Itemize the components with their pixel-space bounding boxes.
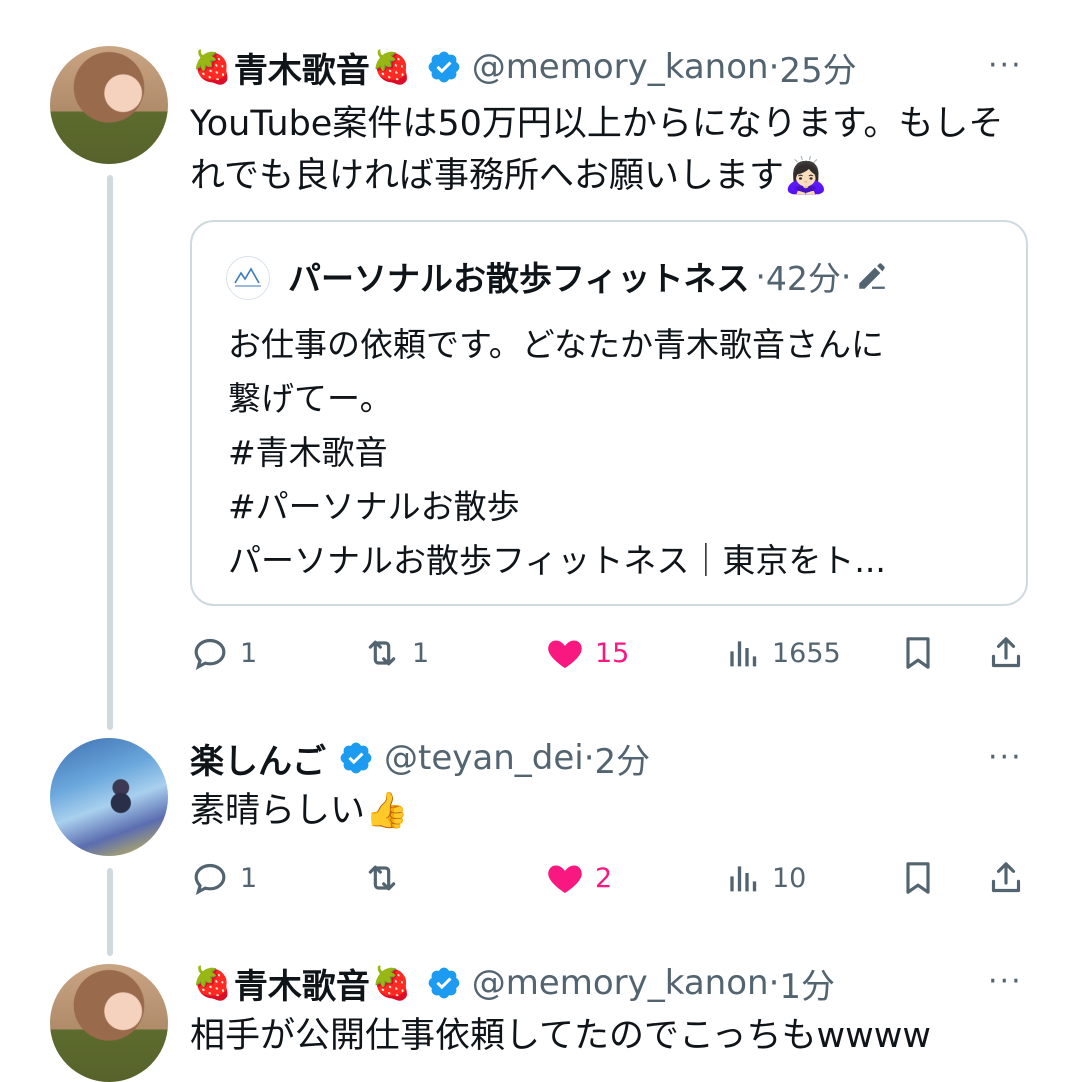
strawberry-emoji: 🍓 xyxy=(371,48,412,86)
tweet-text: 相手が公開仕事依頼してたのでこっちもwwww xyxy=(190,1016,932,1056)
share-button[interactable] xyxy=(986,628,1026,678)
timestamp[interactable]: 1分 xyxy=(779,959,835,1008)
tweet-text: 素晴らしい👍 xyxy=(190,791,409,831)
user-handle[interactable]: @memory_kanon xyxy=(472,963,769,1003)
like-count: 15 xyxy=(595,637,630,669)
quoted-timestamp: 42分 xyxy=(765,259,841,298)
bookmark-icon xyxy=(906,862,930,894)
more-options-icon[interactable]: ··· xyxy=(988,964,1023,999)
quoted-tweet[interactable]: パーソナルお散歩フィットネス · 42分 · お仕事の依頼です。どなたか青木歌音… xyxy=(190,220,1028,606)
avatar[interactable] xyxy=(50,738,168,856)
separator-dot: · xyxy=(768,963,780,1003)
logo-icon xyxy=(234,267,261,287)
verified-badge-icon xyxy=(428,51,460,83)
share-icon xyxy=(991,862,1021,893)
separator-dot: · xyxy=(840,256,852,296)
reply-icon xyxy=(194,638,226,670)
separator-dot: · xyxy=(755,256,766,296)
views-icon xyxy=(730,641,757,667)
quoted-text: お仕事の依頼です。どなたか青木歌音さんに 繋げてー。 #青木歌音 #パーソナルお… xyxy=(228,325,886,580)
views-count: 10 xyxy=(772,862,807,894)
heart-icon xyxy=(548,865,582,893)
retweet-icon xyxy=(368,640,396,666)
user-handle[interactable]: @teyan_dei xyxy=(384,738,584,778)
bookmark-button[interactable] xyxy=(898,853,938,903)
display-name[interactable]: 青木歌音 xyxy=(234,43,370,92)
edit-pencil-icon xyxy=(859,263,886,289)
tweet-text: YouTube案件は50万円以上からになります。もしそれでも良ければ事務所へお願… xyxy=(190,104,1004,196)
thread-line xyxy=(107,868,113,956)
quoted-avatar xyxy=(226,256,270,300)
retweet-button[interactable] xyxy=(362,853,412,903)
quoted-header: パーソナルお散歩フィットネス · 42分 · xyxy=(288,252,889,300)
more-options-icon[interactable]: ··· xyxy=(988,48,1023,83)
tweet-header: 🍓 青木歌音 🍓 @memory_kanon · 1分 xyxy=(190,953,835,1013)
display-name[interactable]: 青木歌音 xyxy=(234,959,370,1008)
retweet-icon xyxy=(368,865,396,891)
like-button[interactable]: 15 xyxy=(545,628,629,678)
tweet-actions: 1 1 15 1655 xyxy=(190,628,1030,678)
tweet-actions: 1 2 10 xyxy=(190,853,1030,903)
strawberry-emoji: 🍓 xyxy=(371,964,412,1002)
separator-dot: · xyxy=(583,738,595,778)
retweet-count: 1 xyxy=(412,637,430,669)
verified-badge-icon xyxy=(340,742,372,774)
more-options-icon[interactable]: ··· xyxy=(988,740,1023,775)
reply-button[interactable]: 1 xyxy=(190,628,257,678)
reply-icon xyxy=(194,863,226,895)
avatar[interactable] xyxy=(50,46,168,164)
strawberry-emoji: 🍓 xyxy=(192,964,232,1002)
reply-count: 1 xyxy=(240,862,258,894)
like-count: 2 xyxy=(595,862,613,894)
strawberry-emoji: 🍓 xyxy=(192,48,232,86)
heart-icon xyxy=(548,640,582,668)
retweet-button[interactable]: 1 xyxy=(362,628,429,678)
views-icon xyxy=(730,866,757,892)
display-name[interactable]: 楽しんご xyxy=(190,734,326,783)
views-count: 1655 xyxy=(772,637,841,669)
timestamp[interactable]: 2分 xyxy=(595,734,651,783)
views-button[interactable]: 10 xyxy=(722,853,806,903)
timestamp[interactable]: 25分 xyxy=(779,43,856,92)
reply-button[interactable]: 1 xyxy=(190,853,257,903)
bookmark-icon xyxy=(906,637,930,669)
tweet-header: 🍓 青木歌音 🍓 @memory_kanon · 25分 xyxy=(190,37,857,97)
quoted-display-name: パーソナルお散歩フィットネス xyxy=(288,259,750,298)
share-button[interactable] xyxy=(986,853,1026,903)
tweet-header: 楽しんご @teyan_dei · 2分 xyxy=(190,728,650,788)
separator-dot: · xyxy=(768,47,780,87)
user-handle[interactable]: @memory_kanon xyxy=(472,47,769,87)
thread-line xyxy=(107,175,113,730)
like-button[interactable]: 2 xyxy=(545,853,612,903)
avatar[interactable] xyxy=(50,964,168,1082)
reply-count: 1 xyxy=(240,637,258,669)
verified-badge-icon xyxy=(428,967,460,999)
bookmark-button[interactable] xyxy=(898,628,938,678)
views-button[interactable]: 1655 xyxy=(722,628,841,678)
share-icon xyxy=(991,637,1021,668)
